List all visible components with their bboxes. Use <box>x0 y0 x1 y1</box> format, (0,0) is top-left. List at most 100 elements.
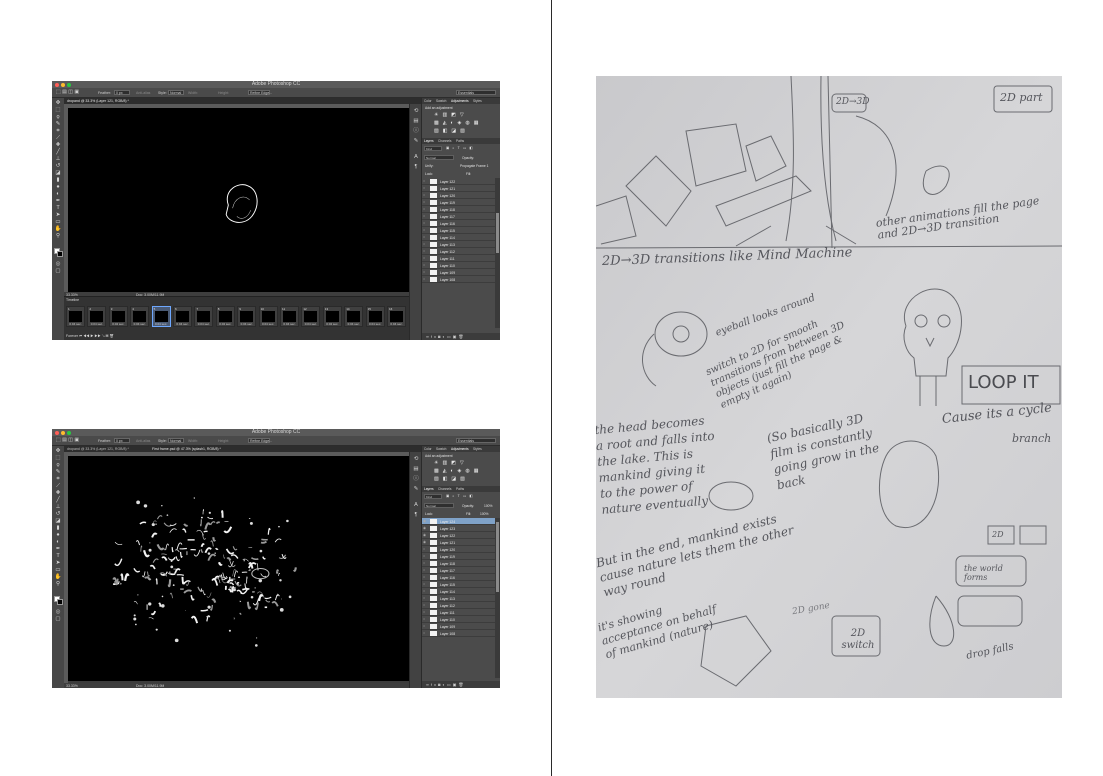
layer-row[interactable]: ○ Layer 111 <box>422 255 495 262</box>
crop-tool-icon[interactable]: ⌗ <box>54 128 62 134</box>
history-panel-icon[interactable]: ⟲ <box>412 456 420 463</box>
frame-delay[interactable]: 0.04 sec. <box>388 322 405 326</box>
eraser-tool-icon[interactable]: ◪ <box>54 170 62 176</box>
gradient-tool-icon[interactable]: ▮ <box>54 177 62 183</box>
tab-styles[interactable]: Styles <box>473 99 482 103</box>
layer-row[interactable]: ○ Layer 108 <box>422 630 495 637</box>
opacity-value[interactable]: 100% <box>484 504 492 508</box>
timeline-frame[interactable]: 4 0.04 sec. <box>130 306 150 327</box>
timeline-frame[interactable]: 2 0.04 sec. <box>87 306 107 327</box>
healing-tool-icon[interactable]: ✚ <box>54 142 62 148</box>
visibility-eye-icon[interactable]: ○ <box>423 228 425 232</box>
properties-panel-icon[interactable]: ▤ <box>412 466 420 473</box>
history-brush-icon[interactable]: ↺ <box>54 163 62 169</box>
refine-edge-button[interactable]: Refine Edge... <box>248 438 272 443</box>
document-canvas[interactable] <box>68 108 410 292</box>
brush-panel-icon[interactable]: ✎ <box>412 486 420 493</box>
visibility-eye-icon[interactable]: ○ <box>423 631 425 635</box>
zoom-tool-icon[interactable]: ⚲ <box>54 233 62 239</box>
delete-layer-icon[interactable]: 🗑 <box>458 334 465 339</box>
frame-delay[interactable]: 0.04 sec. <box>302 322 319 326</box>
quick-mask-icon[interactable]: ◎ <box>54 261 62 267</box>
lasso-tool-icon[interactable]: ϙ <box>54 114 62 120</box>
close-window-icon[interactable] <box>55 430 59 435</box>
pen-tool-icon[interactable]: ✒ <box>54 546 62 552</box>
layer-row[interactable]: ◉ Layer 123 <box>422 525 495 532</box>
frame-delay[interactable]: 0.04 sec. <box>110 322 127 326</box>
info-panel-icon[interactable]: ⓘ <box>412 128 420 135</box>
delete-layer-icon[interactable]: 🗑 <box>458 682 465 687</box>
timeline-frame[interactable]: 10 0.04 sec. <box>258 306 278 327</box>
first-frame-icon[interactable]: ⏮ <box>79 334 82 338</box>
frame-delay[interactable]: 0.04 sec. <box>174 322 191 326</box>
dodge-tool-icon[interactable]: ◐ <box>54 191 62 197</box>
layer-row[interactable]: ○ Layer 113 <box>422 595 495 602</box>
visibility-eye-icon[interactable]: ○ <box>423 624 425 628</box>
frame-delay[interactable]: 0.04 sec. <box>238 322 255 326</box>
layer-row[interactable]: ○ Layer 112 <box>422 602 495 609</box>
visibility-eye-icon[interactable]: ○ <box>423 610 425 614</box>
screen-mode-icon[interactable]: ▢ <box>54 268 62 274</box>
layer-row[interactable]: ○ Layer 115 <box>422 227 495 234</box>
tab-styles[interactable]: Styles <box>473 447 482 451</box>
shape-tool-icon[interactable]: ▭ <box>54 567 62 573</box>
frame-delay[interactable]: 0.04 sec. <box>324 322 341 326</box>
timeline-frame[interactable]: 6 0.04 sec. <box>173 306 192 327</box>
zoom-level[interactable]: 33.33% <box>66 684 78 688</box>
visibility-eye-icon[interactable]: ○ <box>423 568 425 572</box>
tab-adjustments[interactable]: Adjustments <box>451 447 469 451</box>
visibility-eye-icon[interactable]: ○ <box>423 179 425 183</box>
path-select-tool-icon[interactable]: ➤ <box>54 560 62 566</box>
document-canvas[interactable] <box>68 456 410 681</box>
layer-row[interactable]: ○ Layer 119 <box>422 553 495 560</box>
new-frame-icon[interactable]: ▣ <box>106 334 109 338</box>
timeline-frame[interactable]: 16 0.04 sec. <box>387 306 406 327</box>
timeline-frame[interactable]: 14 0.04 sec. <box>344 306 364 327</box>
frame-delay[interactable]: 0.04 sec. <box>131 322 148 326</box>
timeline-frame[interactable]: 3 0.04 sec. <box>108 306 128 327</box>
tab-channels[interactable]: Channels <box>438 139 451 143</box>
blend-mode-select[interactable]: Normal <box>424 503 454 508</box>
hand-tool-icon[interactable]: ✋ <box>54 574 62 580</box>
layer-filter-select[interactable]: Kind <box>424 494 442 499</box>
layer-style-icon[interactable]: fx <box>431 682 438 687</box>
properties-panel-icon[interactable]: ▤ <box>412 118 420 125</box>
eyedropper-tool-icon[interactable]: ⟋ <box>54 135 62 141</box>
timeline-frame[interactable]: 15 0.04 sec. <box>365 306 385 327</box>
minimize-window-icon[interactable] <box>61 430 65 435</box>
type-tool-icon[interactable]: T <box>54 553 62 559</box>
marquee-tool-icon[interactable]: ⬚ <box>54 107 62 113</box>
tab-color[interactable]: Color <box>424 99 432 103</box>
layer-row[interactable]: ○ Layer 114 <box>422 588 495 595</box>
frame-delay[interactable]: 0.04 sec. <box>345 322 362 326</box>
anti-alias-checkbox[interactable]: Anti-alias <box>136 439 150 443</box>
dodge-tool-icon[interactable]: ◐ <box>54 539 62 545</box>
tab-layers[interactable]: Layers <box>424 487 434 491</box>
visibility-eye-icon[interactable]: ○ <box>423 242 425 246</box>
visibility-eye-icon[interactable]: ○ <box>423 221 425 225</box>
visibility-eye-icon[interactable]: ◉ <box>423 519 426 523</box>
visibility-eye-icon[interactable]: ○ <box>423 256 425 260</box>
layer-row[interactable]: ○ Layer 120 <box>422 192 495 199</box>
layer-row[interactable]: ○ Layer 116 <box>422 220 495 227</box>
frame-delay[interactable]: 0.04 sec. <box>367 322 384 326</box>
visibility-eye-icon[interactable]: ○ <box>423 589 425 593</box>
paragraph-panel-icon[interactable]: ¶ <box>412 164 420 171</box>
marquee-tool-icon[interactable]: ⬚ ▤ ◫ ▣ <box>56 437 79 443</box>
stamp-tool-icon[interactable]: ⊥ <box>54 156 62 162</box>
crop-tool-icon[interactable]: ⌗ <box>54 476 62 482</box>
layer-filter-select[interactable]: Kind <box>424 146 442 151</box>
visibility-eye-icon[interactable]: ◉ <box>423 540 426 544</box>
layer-row[interactable]: ○ Layer 118 <box>422 560 495 567</box>
quick-select-tool-icon[interactable]: ✎ <box>54 469 62 475</box>
frame-delay[interactable]: 0.04 sec. <box>88 322 105 326</box>
character-panel-icon[interactable]: A <box>412 502 420 509</box>
visibility-eye-icon[interactable]: ○ <box>423 561 425 565</box>
document-tab[interactable]: dropand @ 33.3% (Layer 121, RGB/8) * <box>67 447 129 451</box>
visibility-eye-icon[interactable]: ◉ <box>423 526 426 530</box>
paragraph-panel-icon[interactable]: ¶ <box>412 512 420 519</box>
visibility-eye-icon[interactable]: ○ <box>423 263 425 267</box>
timeline-frame[interactable]: 12 0.04 sec. <box>301 306 321 327</box>
zoom-window-icon[interactable] <box>67 82 71 87</box>
play-icon[interactable]: ▶ <box>90 334 93 338</box>
